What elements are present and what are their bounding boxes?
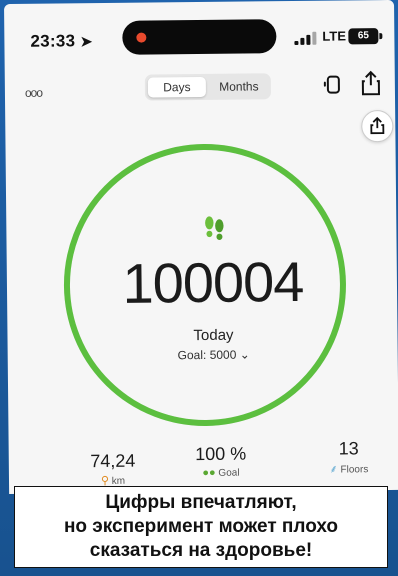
location-arrow-icon: ➤ — [80, 33, 93, 50]
more-menu-button[interactable]: ooo — [25, 86, 42, 100]
goal-percent-label: Goal — [218, 467, 240, 479]
floors-label: Floors — [340, 464, 369, 476]
caption-line-1: Цифры впечатляют, — [105, 492, 297, 513]
dynamic-island — [122, 19, 277, 55]
battery-icon: 65 — [348, 28, 379, 45]
network-type: LTE — [322, 28, 347, 44]
distance-stat: 74,24 ⚲ km — [73, 451, 153, 488]
footsteps-icon — [205, 216, 224, 240]
clock-text: 23:33 — [30, 31, 76, 51]
goal-percent-value: 100 % — [195, 443, 247, 465]
status-time: 23:33 ➤ — [30, 31, 92, 52]
phone-screen: 23:33 ➤ LTE 65 ooo Days Months 100004 To… — [4, 0, 398, 495]
watch-icon[interactable] — [321, 72, 345, 96]
tab-days[interactable]: Days — [147, 76, 206, 98]
period-segmented-control: Days Months — [144, 73, 272, 101]
magazine-caption: Цифры впечатляют, но эксперимент может п… — [14, 486, 388, 568]
floors-value: 13 — [338, 438, 359, 459]
share-icon[interactable] — [359, 70, 383, 96]
goal-percent-stat: 100 % ●● Goal — [181, 443, 261, 479]
cellular-signal-icon — [294, 31, 320, 46]
stairs-icon: ⸙ — [329, 463, 338, 476]
goal-label: Goal: 5000 — [177, 347, 237, 363]
floors-stat: 13 ⸙ Floors — [309, 438, 389, 477]
chevron-down-icon: ⌄ — [239, 347, 250, 362]
tab-months[interactable]: Months — [209, 76, 269, 97]
export-button[interactable] — [361, 109, 394, 143]
recording-indicator-icon — [136, 32, 147, 43]
feet-icon: ●● — [202, 466, 216, 479]
step-count: 100004 — [122, 249, 304, 315]
caption-line-3: сказаться на здоровье! — [89, 540, 313, 561]
export-icon — [370, 116, 385, 135]
status-bar: 23:33 ➤ LTE 65 — [4, 0, 395, 58]
caption-line-2: но эксперимент может плохо — [63, 516, 339, 537]
distance-value: 74,24 — [90, 450, 136, 472]
